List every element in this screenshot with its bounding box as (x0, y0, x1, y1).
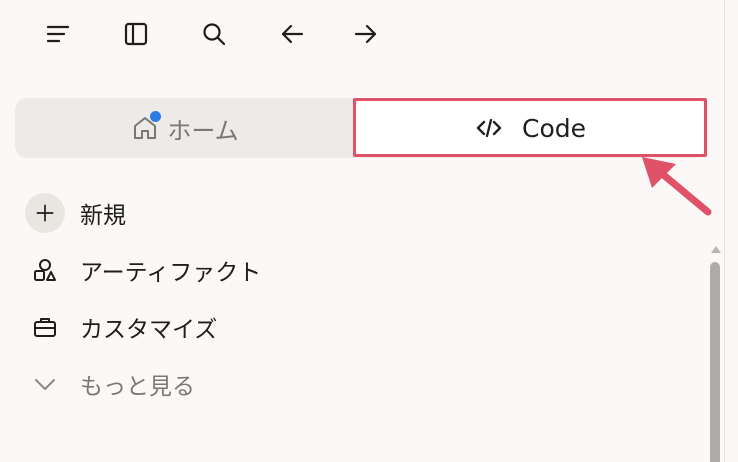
home-icon-wrapper (131, 111, 162, 142)
chevron-down-icon (35, 379, 55, 390)
forward-button[interactable] (346, 14, 386, 54)
sidebar-divider (724, 0, 725, 462)
back-button[interactable] (272, 14, 312, 54)
artifacts-icon-wrapper (24, 249, 66, 291)
nav-more[interactable]: もっと見る (24, 363, 195, 405)
mode-switcher: ホーム Code (15, 98, 707, 158)
nav-customize-label: カスタマイズ (80, 317, 218, 343)
nav-new-label: 新規 (80, 203, 126, 229)
tab-code-label: Code (521, 113, 586, 143)
tab-home-label: ホーム (167, 116, 239, 145)
plus-icon (36, 204, 54, 222)
code-icon (476, 118, 502, 138)
more-icon-wrapper (24, 363, 66, 405)
search-button[interactable] (194, 14, 234, 54)
menu-icon (46, 25, 70, 43)
nav-artifacts-label: アーティファクト (80, 260, 262, 286)
briefcase-icon (34, 318, 56, 337)
menu-button[interactable] (38, 14, 78, 54)
nav-more-label: もっと見る (80, 374, 195, 400)
new-circle (25, 193, 65, 233)
back-arrow-icon (281, 24, 304, 44)
nav-customize[interactable]: カスタマイズ (24, 306, 217, 348)
tab-home[interactable]: ホーム (15, 98, 355, 158)
annotation-arrow-icon (642, 157, 712, 216)
customize-icon-wrapper (24, 306, 66, 348)
sidebar-panel-icon (124, 22, 148, 46)
search-icon (203, 23, 226, 46)
nav-new-chat[interactable]: 新規 (24, 192, 126, 234)
toggle-sidebar-button[interactable] (116, 14, 156, 54)
forward-arrow-icon (354, 24, 377, 44)
sidebar: ホーム Code 新規 アーティファクト カスタマイズ もっと見る (0, 0, 738, 462)
tab-code[interactable]: Code (355, 100, 705, 156)
scrollbar-thumb[interactable] (710, 262, 720, 462)
new-icon-wrapper (24, 192, 66, 234)
nav-artifacts[interactable]: アーティファクト (24, 249, 261, 291)
scroll-up-arrow-icon[interactable] (711, 246, 721, 253)
artifacts-icon (34, 259, 56, 281)
notification-dot (150, 111, 162, 122)
